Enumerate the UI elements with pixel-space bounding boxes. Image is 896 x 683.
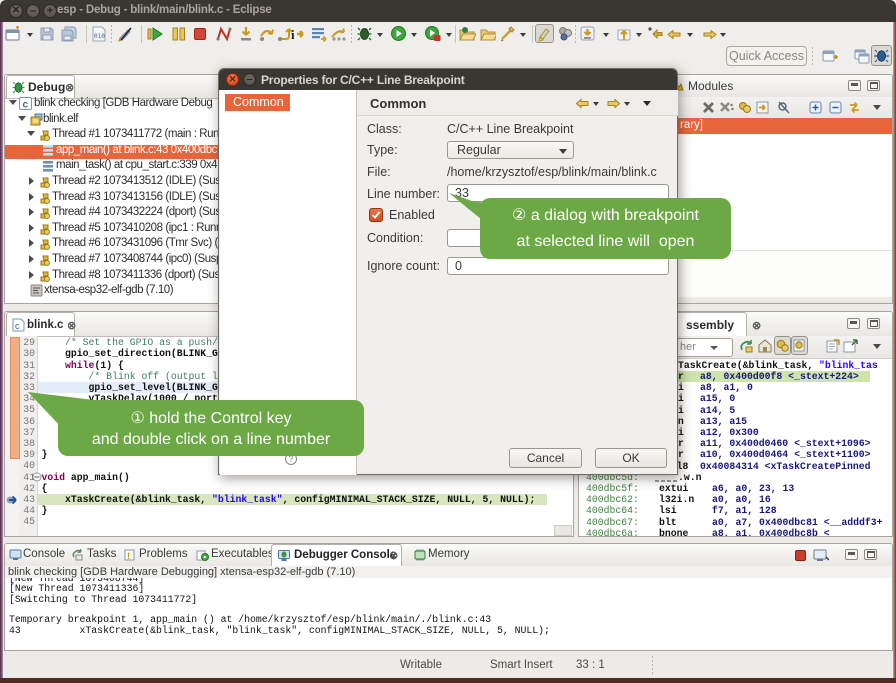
svg-text:i: i: [291, 27, 295, 42]
svg-text:010: 010: [94, 33, 105, 40]
svg-text:!: !: [127, 551, 130, 561]
svg-text:c: c: [23, 99, 29, 110]
